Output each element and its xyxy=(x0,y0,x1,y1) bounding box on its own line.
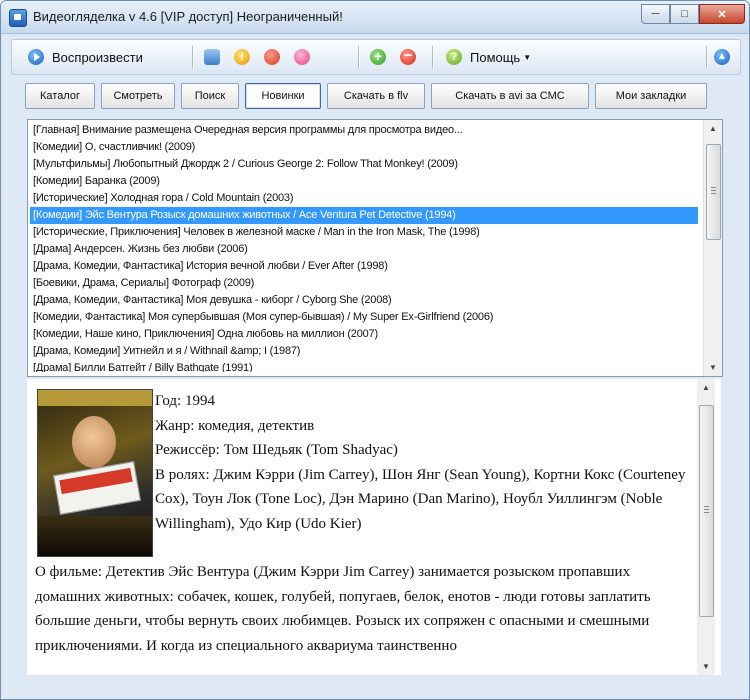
tab-search[interactable]: Поиск xyxy=(181,83,239,109)
movie-year: Год: 1994 xyxy=(155,393,215,409)
help-menu-label: Помощь xyxy=(470,49,521,65)
window-title: Видеогляделка v 4.6 [VIP доступ] Неогран… xyxy=(33,9,343,24)
close-button[interactable]: ✕ xyxy=(699,4,745,24)
list-item[interactable]: [Исторические] Холодная гора / Cold Moun… xyxy=(30,190,698,207)
movie-poster xyxy=(37,389,153,557)
list-item[interactable]: [Исторические, Приключения] Человек в же… xyxy=(30,224,698,241)
play-button-label: Воспроизвести xyxy=(52,49,143,65)
minimize-button[interactable]: ─ xyxy=(641,4,670,24)
help-icon: ? xyxy=(446,49,462,65)
maximize-icon: □ xyxy=(681,8,688,20)
scroll-thumb[interactable] xyxy=(706,144,721,240)
list-item[interactable]: [Мультфильмы] Любопытный Джордж 2 / Curi… xyxy=(30,156,698,173)
warning-button[interactable]: ! xyxy=(234,47,250,67)
up-arrow-icon: ▲ xyxy=(702,383,710,392)
list-item[interactable]: [Комедии, Наше кино, Приключения] Одна л… xyxy=(30,326,698,343)
warning-icon: ! xyxy=(234,49,250,65)
maximize-button[interactable]: □ xyxy=(670,4,699,24)
movie-list-items: [Главная] Внимание размещена Очередная в… xyxy=(30,122,698,372)
list-item[interactable]: [Драма] Билли Батгейт / Billy Bathgate (… xyxy=(30,360,698,372)
tab-download-flv[interactable]: Скачать в flv xyxy=(327,83,425,109)
toolbar-separator xyxy=(358,46,360,68)
movie-cast: В ролях: Джим Кэрри (Jim Carrey), Шон Ян… xyxy=(155,466,686,532)
tab-bookmarks[interactable]: Мои закладки xyxy=(595,83,707,109)
stop-icon xyxy=(264,49,280,65)
movie-details: Год: 1994 Жанр: комедия, детектив Режисс… xyxy=(27,379,721,675)
up-arrow-icon: ▲ xyxy=(709,124,717,133)
toolbar-separator xyxy=(192,46,194,68)
heart-icon xyxy=(294,49,310,65)
list-item[interactable]: [Драма] Андерсен. Жизнь без любви (2006) xyxy=(30,241,698,258)
list-item[interactable]: [Главная] Внимание размещена Очередная в… xyxy=(30,122,698,139)
down-arrow-icon: ▼ xyxy=(702,662,710,671)
remove-button[interactable]: − xyxy=(400,47,416,67)
movie-director: Режиссёр: Том Шедьяк (Tom Shadyac) xyxy=(155,442,398,458)
play-icon xyxy=(28,49,44,65)
favorite-button[interactable] xyxy=(294,47,310,67)
tab-download-avi[interactable]: Скачать в avi за СМС xyxy=(431,83,589,109)
list-item[interactable]: [Драма, Комедии] Уитнейл и я / Withnail … xyxy=(30,343,698,360)
movie-genre: Жанр: комедия, детектив xyxy=(155,417,315,434)
list-item[interactable]: [Комедии] О, счастливчик! (2009) xyxy=(30,139,698,156)
minus-icon: − xyxy=(400,48,416,65)
title-bar[interactable]: Видеогляделка v 4.6 [VIP доступ] Неогран… xyxy=(1,1,749,34)
users-button[interactable] xyxy=(204,47,220,67)
details-scrollbar[interactable]: ▲ ▼ xyxy=(697,379,715,675)
window-controls: ─ □ ✕ xyxy=(641,4,745,24)
movie-info: Год: 1994 Жанр: комедия, детектив Режисс… xyxy=(155,389,695,536)
help-menu-button[interactable]: ? Помощь ▼ xyxy=(446,47,531,67)
close-icon: ✕ xyxy=(717,8,727,21)
movie-description: О фильме: Детектив Эйс Вентура (Джим Кэр… xyxy=(35,564,651,654)
plus-icon: + xyxy=(370,49,386,65)
down-arrow-icon: ▼ xyxy=(709,363,717,372)
list-scrollbar[interactable]: ▲ ▼ xyxy=(703,120,722,376)
up-arrow-icon: ▲ xyxy=(714,49,730,65)
scroll-up-arrow[interactable]: ▲ xyxy=(697,379,715,396)
play-button[interactable]: Воспроизвести xyxy=(28,47,143,67)
list-item[interactable]: [Комедии] Баранка (2009) xyxy=(30,173,698,190)
app-window: Видеогляделка v 4.6 [VIP доступ] Неогран… xyxy=(0,0,750,700)
chevron-down-icon: ▼ xyxy=(523,52,532,62)
tab-watch[interactable]: Смотреть xyxy=(101,83,175,109)
app-icon xyxy=(9,9,27,27)
add-button[interactable]: + xyxy=(370,47,386,67)
list-item[interactable]: [Боевики, Драма, Сериалы] Фотограф (2009… xyxy=(30,275,698,292)
scroll-up-arrow[interactable]: ▲ xyxy=(704,120,722,137)
toolbar-separator xyxy=(432,46,434,68)
minimize-icon: ─ xyxy=(651,8,660,20)
list-item[interactable]: [Драма, Комедии, Фантастика] История веч… xyxy=(30,258,698,275)
list-item[interactable]: [Комедии] Эйс Вентура Розыск домашних жи… xyxy=(30,207,698,224)
toolbar-separator xyxy=(706,46,708,68)
stop-button[interactable] xyxy=(264,47,280,67)
tab-catalog[interactable]: Каталог xyxy=(25,83,95,109)
users-icon xyxy=(204,49,220,65)
tab-new[interactable]: Новинки xyxy=(245,83,321,109)
movie-list: [Главная] Внимание размещена Очередная в… xyxy=(27,119,723,377)
scroll-down-arrow[interactable]: ▼ xyxy=(697,658,715,675)
scroll-up-button[interactable]: ▲ xyxy=(714,47,730,67)
scroll-down-arrow[interactable]: ▼ xyxy=(704,359,722,376)
main-toolbar: Воспроизвести ! + − ? Помощь ▼ ▲ xyxy=(11,39,741,75)
list-item[interactable]: [Драма, Комедии, Фантастика] Моя девушка… xyxy=(30,292,698,309)
scroll-thumb[interactable] xyxy=(699,405,714,617)
list-item[interactable]: [Комедии, Фантастика] Моя супербывшая (М… xyxy=(30,309,698,326)
